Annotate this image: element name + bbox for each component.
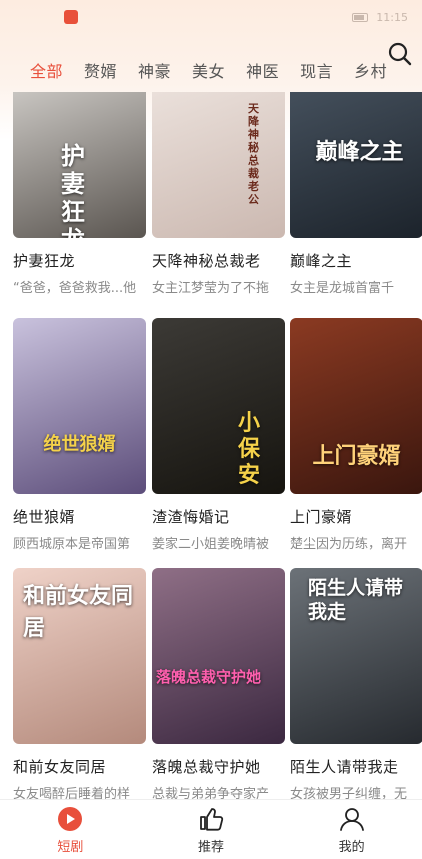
tab-modern-romance[interactable]: 现言 xyxy=(300,48,333,92)
drama-poster: 天降神秘总裁老公 xyxy=(152,92,285,238)
drama-card[interactable]: 护妻狂龙 护妻狂龙 “爸爸，爸爸救我...他 xyxy=(13,92,146,296)
battery-icon xyxy=(352,12,369,22)
drama-poster: 陌生人请带我走 xyxy=(290,568,422,744)
poster-title-text: 陌生人请带我走 xyxy=(308,577,404,623)
drama-title: 陌生人请带我走 xyxy=(290,758,399,776)
drama-poster: 护妻狂龙 xyxy=(13,92,146,238)
drama-poster: 绝世狼婿 xyxy=(13,318,146,494)
poster-title-text: 天降神秘总裁老公 xyxy=(248,102,259,206)
nav-label: 我的 xyxy=(338,840,365,855)
play-circle-icon xyxy=(58,807,83,831)
poster-title-text: 上门豪婿 xyxy=(312,443,401,469)
tab-beauty[interactable]: 美女 xyxy=(192,48,225,92)
drama-grid: 护妻狂龙 护妻狂龙 “爸爸，爸爸救我...他 天降神秘总裁老公 天降神秘总裁老 … xyxy=(13,92,422,804)
nav-mine[interactable]: 我的 xyxy=(302,800,402,855)
nav-recommend[interactable]: 推荐 xyxy=(161,800,261,855)
bottom-navigation: 短剧 推荐 我的 xyxy=(0,799,422,859)
drama-poster: 小保安 xyxy=(152,318,285,494)
tab-tycoon[interactable]: 神豪 xyxy=(138,48,171,92)
drama-poster: 落魄总裁守护她 xyxy=(152,568,285,744)
drama-description: 女主是龙城首富千 xyxy=(290,281,395,296)
drama-card[interactable]: 小保安 渣渣悔婚记 姜家二小姐姜晚晴被 xyxy=(152,318,285,552)
app-notification-icon xyxy=(64,10,78,24)
nav-label: 短剧 xyxy=(57,840,84,855)
drama-description: 姜家二小姐姜晚晴被 xyxy=(152,537,270,552)
poster-title-text: 和前女友同居 xyxy=(23,583,134,641)
search-button[interactable] xyxy=(386,40,414,68)
drama-title: 巅峰之主 xyxy=(290,252,353,270)
drama-card[interactable]: 天降神秘总裁老公 天降神秘总裁老 女主江梦莹为了不拖 xyxy=(152,92,285,296)
drama-poster: 和前女友同居 xyxy=(13,568,146,744)
thumbs-up-icon xyxy=(200,808,224,831)
drama-card[interactable]: 绝世狼婿 绝世狼婿 顾西城原本是帝国第 xyxy=(13,318,146,552)
drama-title: 上门豪婿 xyxy=(290,508,353,526)
nav-short-drama[interactable]: 短剧 xyxy=(20,800,120,855)
drama-card[interactable]: 落魄总裁守护她 落魄总裁守护她 总裁与弟弟争夺家产 xyxy=(152,568,285,802)
status-bar: 11:15 xyxy=(0,0,422,34)
drama-poster: 巅峰之主 xyxy=(290,92,422,238)
tab-village[interactable]: 乡村 xyxy=(354,48,387,92)
poster-title-text: 护妻狂龙 xyxy=(61,141,85,239)
drama-title: 渣渣悔婚记 xyxy=(152,508,230,526)
drama-poster: 上门豪婿 xyxy=(290,318,422,494)
poster-title-text: 落魄总裁守护她 xyxy=(156,668,262,686)
tab-doctor[interactable]: 神医 xyxy=(246,48,279,92)
drama-description: 楚尘因为历练，离开 xyxy=(290,537,408,552)
status-time: 11:15 xyxy=(376,10,408,24)
drama-title: 和前女友同居 xyxy=(13,758,107,776)
drama-title: 绝世狼婿 xyxy=(13,508,76,526)
poster-title-text: 巅峰之主 xyxy=(315,139,404,165)
drama-title: 护妻狂龙 xyxy=(13,252,76,270)
drama-title: 落魄总裁守护她 xyxy=(152,758,261,776)
drama-description: 女主江梦莹为了不拖 xyxy=(152,281,270,296)
drama-card[interactable]: 陌生人请带我走 陌生人请带我走 女孩被男子纠缠，无 xyxy=(290,568,422,802)
drama-title: 天降神秘总裁老 xyxy=(152,252,261,270)
tab-all[interactable]: 全部 xyxy=(30,48,63,92)
search-icon xyxy=(388,42,412,66)
tab-son-in-law[interactable]: 赘婿 xyxy=(84,48,117,92)
user-icon xyxy=(339,808,364,831)
drama-card[interactable]: 巅峰之主 巅峰之主 女主是龙城首富千 xyxy=(290,92,422,296)
poster-title-text: 小保安 xyxy=(238,410,261,488)
drama-description: “爸爸，爸爸救我...他 xyxy=(13,281,137,296)
poster-title-text: 绝世狼婿 xyxy=(43,434,116,455)
drama-card[interactable]: 上门豪婿 上门豪婿 楚尘因为历练，离开 xyxy=(290,318,422,552)
drama-card[interactable]: 和前女友同居 和前女友同居 女友喝醉后睡着的样 xyxy=(13,568,146,802)
category-tabs: 全部 赘婿 神豪 美女 神医 现言 乡村 xyxy=(0,48,422,92)
nav-label: 推荐 xyxy=(197,840,224,855)
drama-description: 顾西城原本是帝国第 xyxy=(13,537,131,552)
